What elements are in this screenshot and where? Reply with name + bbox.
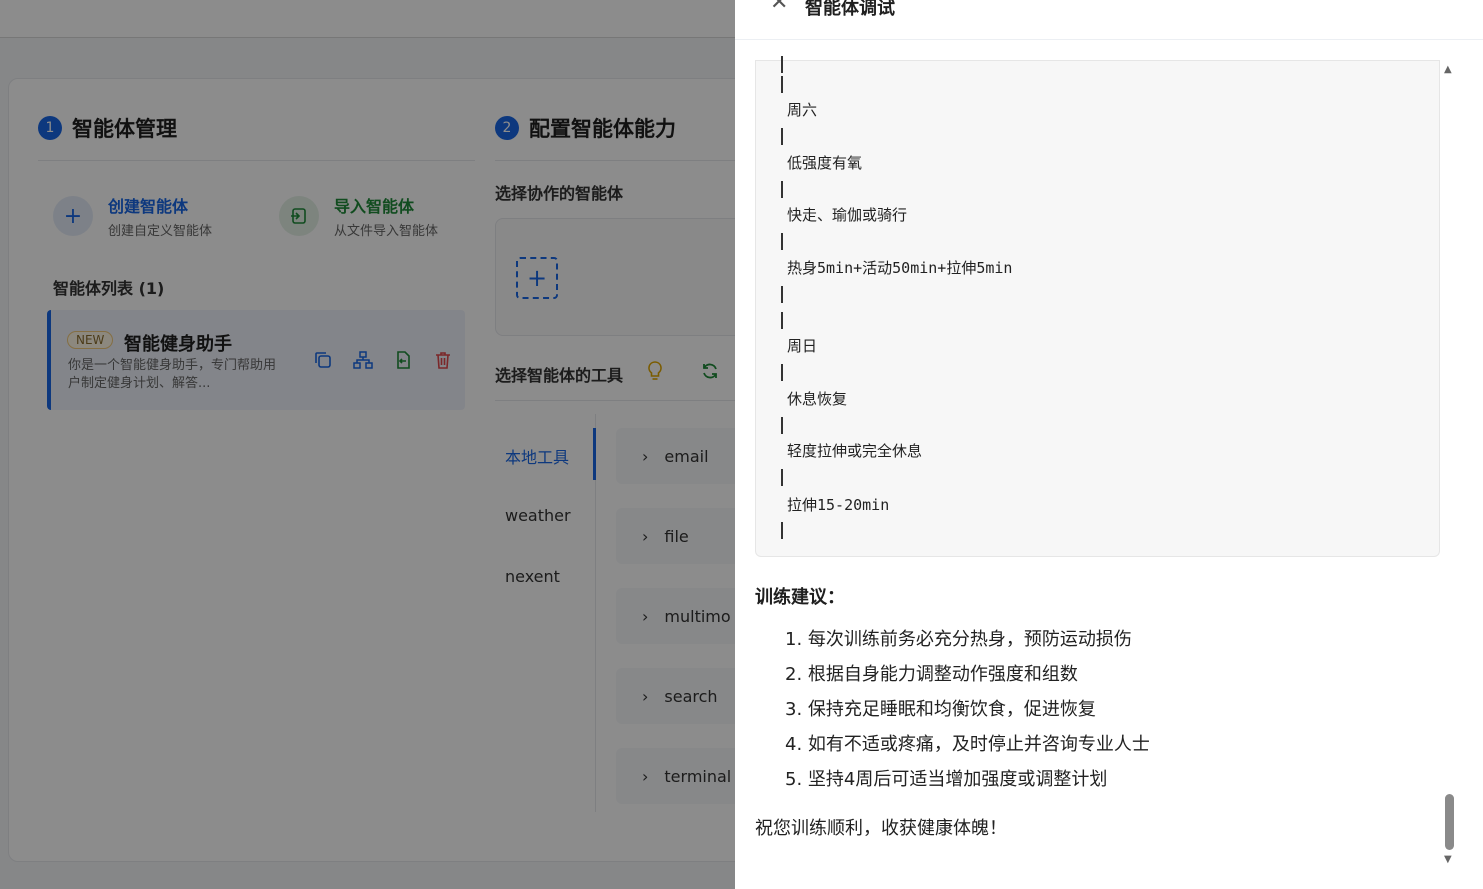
- code-line: 周日: [787, 337, 818, 355]
- drawer-header: ✕ 智能体调试: [735, 0, 1483, 40]
- code-line: 休息恢复: [787, 390, 848, 408]
- close-icon[interactable]: ✕: [770, 0, 788, 15]
- table-pipe: [781, 469, 783, 486]
- list-item: 5. 坚持4周后可适当增加强度或调整计划: [785, 769, 1108, 790]
- table-pipe: [781, 56, 783, 73]
- closing-message: 祝您训练顺利，收获健康体魄！: [755, 818, 1007, 839]
- code-line: 快走、瑜伽或骑行: [787, 206, 908, 224]
- table-pipe: [781, 286, 783, 303]
- modal-mask[interactable]: [0, 0, 735, 889]
- code-line: 轻度拉伸或完全休息: [787, 442, 923, 460]
- code-line: 低强度有氧: [787, 154, 863, 172]
- table-pipe: [781, 364, 783, 381]
- table-pipe: [781, 233, 783, 250]
- scroll-down-icon[interactable]: ▼: [1444, 854, 1452, 865]
- table-pipe: [781, 76, 783, 93]
- scroll-up-icon[interactable]: ▲: [1444, 64, 1452, 75]
- table-pipe: [781, 128, 783, 145]
- list-item: 2. 根据自身能力调整动作强度和组数: [785, 664, 1078, 685]
- table-pipe: [781, 522, 783, 539]
- table-pipe: [781, 417, 783, 434]
- code-line: 热身5min+活动50min+拉伸5min: [787, 259, 1013, 277]
- list-item: 1. 每次训练前务必充分热身，预防运动损伤: [785, 629, 1132, 650]
- table-pipe: [781, 312, 783, 329]
- schedule-code-block: 周六 低强度有氧 快走、瑜伽或骑行 热身5min+活动50min+拉伸5min …: [755, 56, 1440, 557]
- code-line: 周六: [787, 101, 818, 119]
- table-pipe: [781, 181, 783, 198]
- list-item: 4. 如有不适或疼痛，及时停止并咨询专业人士: [785, 734, 1150, 755]
- advice-title: 训练建议：: [755, 587, 845, 608]
- debug-drawer: ✕ 智能体调试 周六 低强度有氧 快走、瑜伽或骑行 热身5min+活动50min…: [735, 0, 1483, 889]
- drawer-title: 智能体调试: [805, 0, 895, 19]
- advice-list: 1. 每次训练前务必充分热身，预防运动损伤 2. 根据自身能力调整动作强度和组数…: [785, 622, 1150, 797]
- scroll-thumb[interactable]: [1445, 794, 1454, 850]
- list-item: 3. 保持充足睡眠和均衡饮食，促进恢复: [785, 699, 1096, 720]
- scrollbar[interactable]: ▲ ▼: [1441, 60, 1457, 870]
- code-line: 拉伸15-20min: [787, 496, 890, 514]
